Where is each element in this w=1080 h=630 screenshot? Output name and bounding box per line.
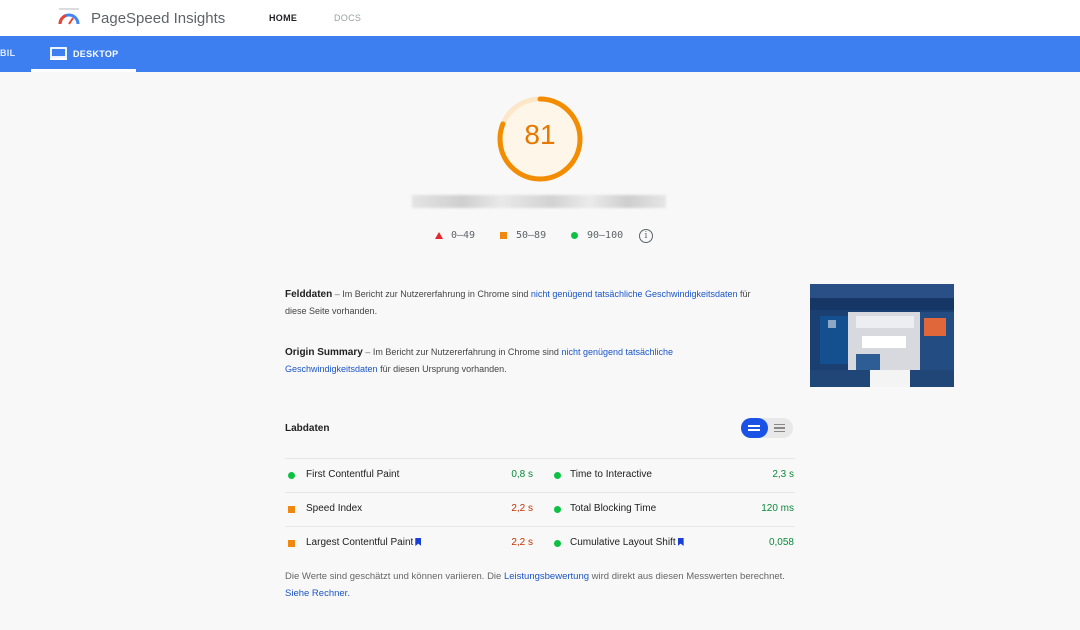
- performance-score-value: 81: [524, 119, 556, 150]
- active-tab-indicator: [31, 69, 136, 72]
- nav-home[interactable]: HOME: [269, 13, 297, 23]
- device-tab-bar: [0, 36, 1080, 72]
- field-data-title: Felddaten: [285, 289, 333, 300]
- good-circle-icon: [554, 540, 561, 547]
- average-square-icon: [288, 506, 295, 513]
- tab-mobile[interactable]: BIL: [0, 48, 15, 58]
- top-bar: PageSpeed Insights HOME DOCS: [0, 0, 1080, 36]
- view-toggle[interactable]: [741, 418, 793, 438]
- tested-url-blurred: [412, 195, 666, 208]
- legend-poor: 0–49: [451, 230, 476, 241]
- bookmark-icon: [677, 538, 684, 546]
- good-circle-icon: [571, 232, 578, 239]
- lab-data-footnote: Die Werte sind geschätzt und können vari…: [285, 571, 785, 599]
- metric-lcp: Largest Contentful Paint: [306, 537, 422, 548]
- average-square-icon: [500, 232, 507, 239]
- info-icon[interactable]: i: [639, 229, 653, 243]
- metric-si-label: Speed Index: [306, 503, 363, 514]
- metric-si-value: 2,2 s: [511, 503, 533, 514]
- tab-desktop[interactable]: DESKTOP: [31, 36, 136, 72]
- legend-average: 50–89: [516, 230, 547, 241]
- metric-cls-label: Cumulative Layout Shift: [570, 537, 676, 548]
- metric-lcp-value: 2,2 s: [511, 537, 533, 548]
- monitor-icon: [50, 47, 67, 60]
- origin-summary-section: Origin Summary – Im Bericht zur Nutzerer…: [285, 347, 674, 374]
- origin-summary-text: Im Bericht zur Nutzererfahrung in Chrome…: [372, 347, 559, 357]
- metric-tti-value: 2,3 s: [772, 469, 794, 480]
- bookmark-icon: [415, 538, 422, 546]
- metric-tbt-label: Total Blocking Time: [570, 503, 657, 514]
- divider: [285, 458, 795, 459]
- summary-view-button[interactable]: [741, 418, 768, 438]
- good-circle-icon: [554, 506, 561, 513]
- metric-tbt-value: 120 ms: [761, 503, 794, 514]
- metric-fcp-label: First Contentful Paint: [306, 469, 400, 480]
- field-data-text: Im Bericht zur Nutzererfahrung in Chrome…: [342, 289, 529, 299]
- average-square-icon: [288, 540, 295, 547]
- poor-triangle-icon: [435, 232, 443, 239]
- origin-summary-title: Origin Summary: [285, 347, 363, 358]
- lab-data-title: Labdaten: [285, 423, 330, 434]
- field-data-section: Felddaten – Im Bericht zur Nutzererfahru…: [285, 289, 751, 316]
- good-circle-icon: [554, 472, 561, 479]
- metric-cls: Cumulative Layout Shift: [570, 537, 684, 548]
- legend-good: 90–100: [587, 230, 624, 241]
- metric-cls-value: 0,058: [768, 537, 794, 548]
- metric-tti-label: Time to Interactive: [570, 469, 652, 480]
- brand-title[interactable]: PageSpeed Insights: [91, 10, 225, 27]
- performance-score-link[interactable]: Leistungsbewertung: [504, 571, 589, 582]
- metric-lcp-label: Largest Contentful Paint: [306, 537, 414, 548]
- divider: [285, 526, 795, 527]
- tab-desktop-label: DESKTOP: [73, 49, 119, 59]
- good-circle-icon: [288, 472, 295, 479]
- page-screenshot-thumbnail: [810, 284, 954, 387]
- pagespeed-gauge-icon[interactable]: [58, 8, 80, 26]
- divider: [285, 492, 795, 493]
- field-data-link[interactable]: nicht genügend tatsächliche Geschwindigk…: [531, 289, 738, 299]
- nav-docs[interactable]: DOCS: [334, 13, 361, 23]
- metric-fcp-value: 0,8 s: [511, 469, 533, 480]
- calculator-link[interactable]: Siehe Rechner.: [285, 588, 350, 599]
